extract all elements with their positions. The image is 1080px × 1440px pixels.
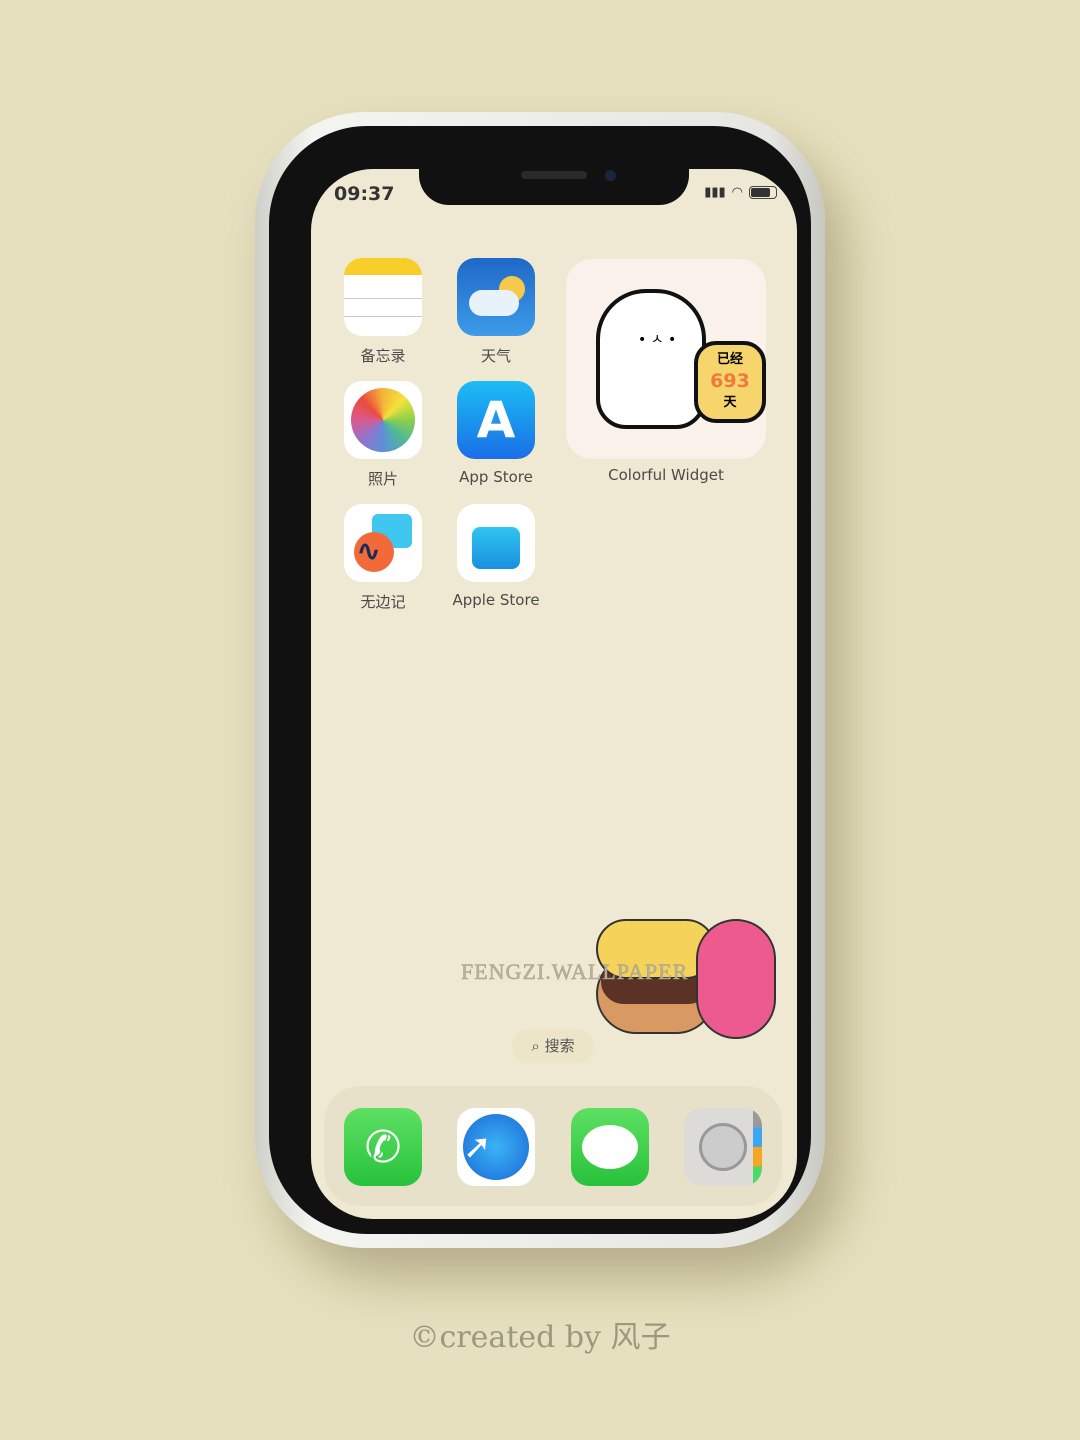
search-label: 搜索 <box>544 1037 575 1055</box>
app-label: App Store <box>459 468 533 486</box>
app-photos[interactable]: 照片 <box>344 381 422 489</box>
freeform-icon: ∿ <box>344 504 422 582</box>
messages-icon[interactable] <box>571 1108 649 1186</box>
safari-icon[interactable]: ➚ <box>457 1108 535 1186</box>
dock: ✆ ➚ <box>324 1086 782 1206</box>
weather-icon <box>457 258 535 336</box>
app-weather[interactable]: 天气 <box>457 258 535 366</box>
status-time: 09:37 <box>334 183 395 205</box>
app-store-icon: A <box>457 381 535 459</box>
credit-text: ©created by 风子 <box>409 1320 671 1355</box>
contacts-icon[interactable] <box>684 1108 762 1186</box>
app-freeform[interactable]: ∿ 无边记 <box>344 504 422 612</box>
counter-value: 693 <box>710 369 750 392</box>
counter-suffix: 天 <box>723 395 737 411</box>
puppy-illustration <box>596 289 706 429</box>
notes-icon <box>344 258 422 336</box>
counter-prefix: 已经 <box>716 352 743 367</box>
speaker <box>521 171 587 179</box>
notch <box>419 169 689 205</box>
widget-label: Colorful Widget <box>608 466 724 484</box>
signal-icon: ▮▮▮ <box>704 185 726 200</box>
phone-bezel: 09:37 ▮▮▮ ◠ 备忘录 天气 照片 A App Store ∿ 无边记 <box>269 126 811 1234</box>
search-icon: ⌕ <box>531 1037 540 1055</box>
phone-icon[interactable]: ✆ <box>344 1108 422 1186</box>
apple-store-icon <box>457 504 535 582</box>
phone-frame: 09:37 ▮▮▮ ◠ 备忘录 天气 照片 A App Store ∿ 无边记 <box>255 112 825 1248</box>
camera <box>605 170 616 181</box>
app-app-store[interactable]: A App Store <box>457 381 535 486</box>
photos-icon <box>344 381 422 459</box>
app-label: 天气 <box>480 347 511 365</box>
app-notes[interactable]: 备忘录 <box>344 258 422 366</box>
wifi-icon: ◠ <box>731 185 743 200</box>
battery-icon <box>749 186 777 199</box>
wallpaper-watermark: FENGZI.WALLPAPER <box>461 959 689 985</box>
puppy-face: • ㅅ • <box>638 332 677 348</box>
colorful-widget[interactable]: • ㅅ • 已经 693 天 <box>566 259 766 459</box>
day-counter-badge: 已经 693 天 <box>694 341 766 423</box>
app-apple-store[interactable]: Apple Store <box>452 504 540 609</box>
home-screen: 09:37 ▮▮▮ ◠ 备忘录 天气 照片 A App Store ∿ 无边记 <box>311 169 797 1219</box>
search-button[interactable]: ⌕ 搜索 <box>512 1029 594 1063</box>
status-icons: ▮▮▮ ◠ <box>704 185 777 200</box>
app-label: Apple Store <box>452 591 540 609</box>
